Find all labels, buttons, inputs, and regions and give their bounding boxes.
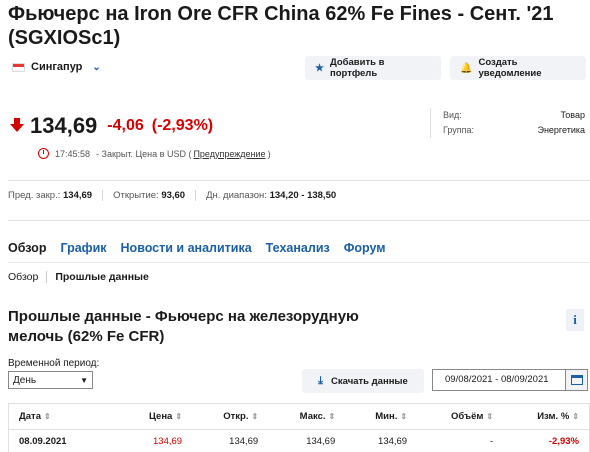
instrument-info: Вид: Товар Группа: Энергетика — [430, 108, 585, 138]
history-table: Дата ⇕ Цена ⇕ Откр. ⇕ Макс. ⇕ Мин. ⇕ Объём ⇕ И… — [8, 403, 590, 452]
date-range-value: 09/08/2021 - 08/09/2021 — [445, 374, 549, 385]
download-label: Скачать данные — [331, 375, 408, 387]
subtab-historical-data[interactable]: Прошлые данные — [55, 271, 149, 283]
row-high: 134,69 — [268, 429, 346, 452]
column-change[interactable]: Изм. % ⇕ — [503, 403, 590, 430]
row-price: 134,69 — [118, 429, 193, 452]
type-value: Товар — [560, 110, 586, 120]
quote-status: 17:45:58 - Закрыт. Цена в USD ( Предупре… — [38, 148, 271, 159]
divider — [46, 271, 48, 283]
add-to-portfolio-label: Добавить в портфель — [329, 57, 385, 79]
quote-time: 17:45:58 — [55, 148, 91, 159]
group-label: Группа: — [443, 125, 475, 135]
tab-technical[interactable]: Теханализ — [266, 241, 330, 255]
row-open: 134,69 — [192, 429, 269, 452]
history-heading: Прошлые данные - Фьючерс на железорудную… — [8, 308, 359, 345]
sub-tabs: Обзор Прошлые данные — [8, 271, 149, 283]
last-price: 134,69 — [30, 113, 98, 138]
table-row: 08.09.2021 134,69 134,69 134,69 134,69 -… — [8, 429, 590, 452]
tab-chart[interactable]: График — [60, 241, 106, 255]
price-change: -4,06 — [107, 117, 144, 134]
open-stat: Открытие: 93,60 — [113, 190, 197, 201]
exchange-selector[interactable]: Сингапур ⌄ — [12, 61, 101, 73]
period-label: Временной период: — [8, 358, 100, 369]
main-tabs: Обзор График Новости и аналитика Теханал… — [8, 241, 386, 255]
price-block: 134,69 -4,06 (-2,93%) — [10, 113, 213, 139]
date-range-picker[interactable]: 09/08/2021 - 08/09/2021 — [432, 369, 588, 391]
singapore-flag-icon — [12, 62, 25, 72]
day-range-value: 134,20 - 138,50 — [269, 190, 337, 201]
create-alert-label: Создать уведомление — [478, 57, 542, 79]
row-volume: - — [417, 429, 504, 452]
group-value: Энергетика — [537, 125, 585, 135]
prev-close-label: Пред. закр.: — [8, 190, 61, 201]
tab-overview[interactable]: Обзор — [8, 241, 46, 255]
download-data-button[interactable]: ⤓ Скачать данные — [302, 369, 424, 393]
divider — [8, 220, 590, 221]
period-select[interactable]: День ▼ — [8, 371, 93, 389]
exchange-name: Сингапур — [31, 61, 83, 73]
row-change: -2,93% — [503, 429, 590, 452]
column-low[interactable]: Мин. ⇕ — [345, 403, 418, 430]
period-value: День — [13, 374, 37, 386]
divider — [8, 262, 590, 263]
calendar-button[interactable] — [565, 370, 587, 390]
create-alert-button[interactable]: 🔔 Создать уведомление — [450, 56, 586, 80]
bell-icon: 🔔 — [460, 62, 473, 74]
table-header-row: Дата ⇕ Цена ⇕ Откр. ⇕ Макс. ⇕ Мин. ⇕ Объём ⇕ И… — [8, 403, 590, 430]
tab-news[interactable]: Новости и аналитика — [121, 241, 252, 255]
star-icon: ★ — [315, 62, 324, 74]
column-date[interactable]: Дата ⇕ — [8, 403, 119, 430]
subtab-overview[interactable]: Обзор — [8, 271, 38, 283]
type-label: Вид: — [443, 110, 462, 120]
info-icon[interactable]: i — [566, 309, 584, 331]
column-volume[interactable]: Объём ⇕ — [417, 403, 504, 430]
prev-close-value: 134,69 — [63, 190, 93, 201]
quote-status-end: ) — [267, 148, 271, 159]
open-value: 93,60 — [161, 190, 186, 201]
summary-stats: Пред. закр.: 134,69 Открытие: 93,60 Дн. … — [8, 190, 356, 201]
row-low: 134,69 — [345, 429, 418, 452]
quote-status-text: - Закрыт. Цена в USD ( — [96, 148, 192, 159]
day-range-stat: Дн. диапазон: 134,20 - 138,50 — [206, 190, 346, 201]
calendar-icon — [570, 375, 583, 385]
open-label: Открытие: — [113, 190, 159, 201]
tab-forum[interactable]: Форум — [344, 241, 386, 255]
day-range-label: Дн. диапазон: — [206, 190, 267, 201]
page-title: Фьючерс на Iron Ore CFR China 62% Fe Fin… — [8, 3, 554, 49]
disclaimer-link[interactable]: Предупреждение — [193, 149, 265, 159]
column-price[interactable]: Цена ⇕ — [118, 403, 193, 430]
column-high[interactable]: Макс. ⇕ — [268, 403, 346, 430]
chevron-down-icon: ⌄ — [92, 61, 101, 73]
arrow-down-icon — [10, 118, 24, 134]
column-open[interactable]: Откр. ⇕ — [192, 403, 269, 430]
add-to-portfolio-button[interactable]: ★ Добавить в портфель — [305, 56, 441, 80]
row-date: 08.09.2021 — [8, 429, 119, 452]
divider — [8, 180, 590, 181]
download-icon: ⤓ — [318, 374, 324, 387]
clock-icon — [38, 148, 49, 159]
prev-close-stat: Пред. закр.: 134,69 — [8, 190, 104, 201]
chevron-down-icon: ▼ — [80, 375, 88, 385]
price-change-percent: (-2,93%) — [151, 117, 214, 134]
